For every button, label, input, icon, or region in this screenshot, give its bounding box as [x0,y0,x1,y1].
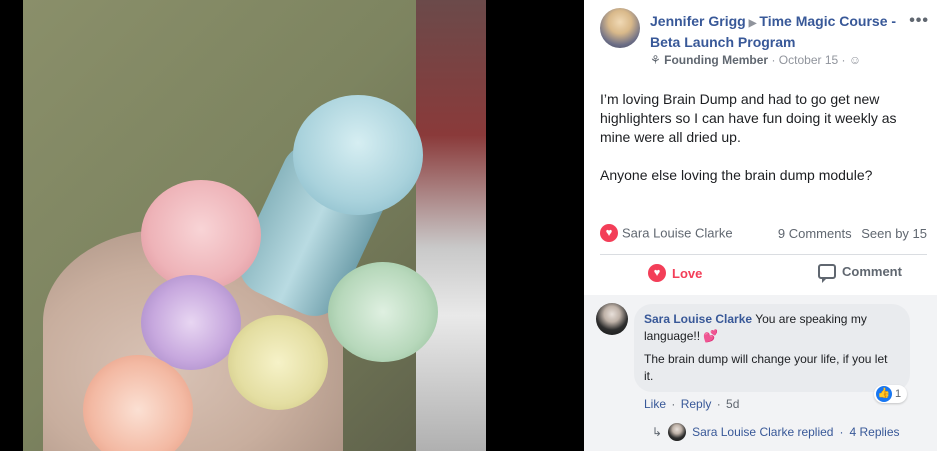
heart-icon[interactable]: ♥ [600,224,618,242]
post-text-paragraph-1: I’m loving Brain Dump and had to go get … [600,91,897,145]
post-panel: Jennifer Grigg ▶ Time Magic Course - Beta … [584,0,937,451]
photo-background [416,0,486,451]
love-button[interactable]: ♥ Love [648,264,702,282]
comment-actions: Like · Reply · 5d [644,397,740,411]
post-text-paragraph-2: Anyone else loving the brain dump module… [600,167,873,183]
post-photo[interactable] [23,0,486,451]
comment-like-link[interactable]: Like [644,397,666,411]
comment-icon [818,264,836,283]
comment-age[interactable]: 5d [726,397,739,411]
seen-count[interactable]: Seen by 15 [861,226,927,241]
love-label: Love [672,265,703,281]
post-header: Jennifer Grigg ▶ Time Magic Course - Beta … [600,8,929,68]
replies-link[interactable]: ↳ Sara Louise Clarke replied · 4 Replies [652,423,900,441]
comment-count[interactable]: 9 Comments [778,226,852,241]
replier-avatar [668,423,687,441]
post-stats: 9 Comments Seen by 15 [772,226,927,241]
reply-arrow-icon: ↳ [652,425,663,439]
replies-count: 4 Replies [849,425,900,439]
commenter-name[interactable]: Sara Louise Clarke [644,312,752,326]
highlighter-pink [141,180,261,290]
heart-icon: ♥ [648,264,666,282]
post-title: Jennifer Grigg ▶ Time Magic Course - Beta … [650,12,900,52]
comment-text-2: The brain dump will change your life, if… [644,352,888,383]
member-badge: Founding Member [664,53,769,67]
author-avatar[interactable] [600,8,640,48]
replies-text: Sara Louise Clarke replied [692,425,834,439]
action-bar: ♥ Love Comment [600,258,927,290]
commenter-avatar[interactable] [596,303,628,335]
comment-bubble: Sara Louise Clarke You are speaking my l… [634,304,910,392]
globe-icon: ☺ [848,53,862,67]
comment-reply-link[interactable]: Reply [681,397,712,411]
highlighter-yellow [228,315,328,410]
highlighter-purple [141,275,241,370]
like-icon: 👍 [876,386,892,402]
comment-button[interactable]: Comment [818,264,902,283]
comment-label: Comment [842,264,902,279]
comment-like-badge[interactable]: 👍 1 [874,385,908,403]
post-body: I’m loving Brain Dump and had to go get … [600,90,920,204]
author-name[interactable]: Jennifer Grigg [650,13,746,29]
post-date[interactable]: October 15 [779,53,838,67]
post-meta: ⚘ Founding Member · October 15 · ☺ [650,53,862,67]
more-icon[interactable]: ••• [909,12,929,30]
sprout-icon: ⚘ [650,53,661,67]
reactor-name[interactable]: Sara Louise Clarke [622,226,733,241]
highlighter-green [328,262,438,362]
arrow-right-icon: ▶ [748,18,757,29]
photo-viewer [0,0,584,451]
highlighter-blue [293,95,423,215]
comment-like-count: 1 [895,388,902,400]
divider [600,254,927,255]
hearts-emoji: 💕 [703,329,719,343]
comments-section: Sara Louise Clarke You are speaking my l… [584,295,937,451]
reactions-bar: ♥ Sara Louise Clarke 9 Comments Seen by 1… [600,224,927,244]
